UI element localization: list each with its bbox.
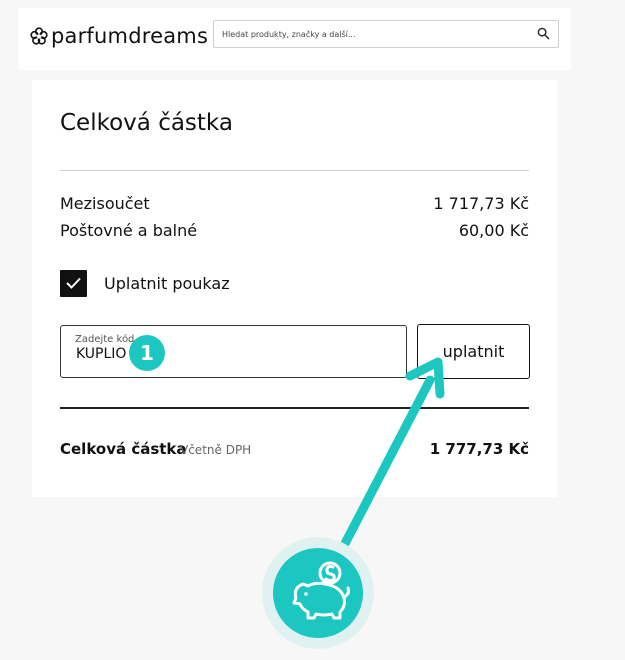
search-box[interactable]	[213, 20, 559, 48]
total-value: 1 777,73 Kč	[429, 440, 529, 458]
summary-title: Celková částka	[60, 110, 233, 136]
piggy-bank-coin-icon	[262, 537, 374, 649]
subtotal-value: 1 717,73 Kč	[433, 194, 529, 213]
shipping-row: Poštovné a balné 60,00 Kč	[60, 221, 529, 240]
shipping-label: Poštovné a balné	[60, 221, 198, 240]
search-icon[interactable]	[537, 27, 550, 40]
step-number-badge: 1	[129, 335, 165, 371]
voucher-code-input[interactable]: Zadejte kód KUPLIO	[60, 325, 407, 378]
subtotal-label: Mezisoučet	[60, 194, 150, 213]
voucher-checkbox-label[interactable]: Uplatnit poukaz	[104, 274, 230, 293]
logo[interactable]: parfumdreams	[29, 20, 208, 52]
logo-text: parfumdreams	[51, 24, 209, 48]
site-header: parfumdreams	[18, 8, 571, 70]
order-summary-card: Celková částka Mezisoučet 1 717,73 Kč Po…	[32, 80, 557, 497]
code-field-label: Zadejte kód	[75, 334, 135, 345]
shipping-value: 60,00 Kč	[458, 221, 529, 240]
subtotal-row: Mezisoučet 1 717,73 Kč	[60, 194, 529, 213]
search-input[interactable]	[222, 25, 522, 43]
code-field-value[interactable]: KUPLIO	[76, 346, 126, 362]
total-vat-note: Včetně DPH	[180, 443, 252, 457]
divider	[60, 170, 529, 171]
checkmark-icon	[66, 277, 81, 289]
flower-logo-icon	[30, 27, 48, 45]
total-label: Celková částka	[60, 440, 187, 458]
voucher-checkbox[interactable]	[60, 270, 87, 297]
total-divider	[60, 407, 529, 409]
apply-voucher-button[interactable]: uplatnit	[417, 324, 530, 379]
